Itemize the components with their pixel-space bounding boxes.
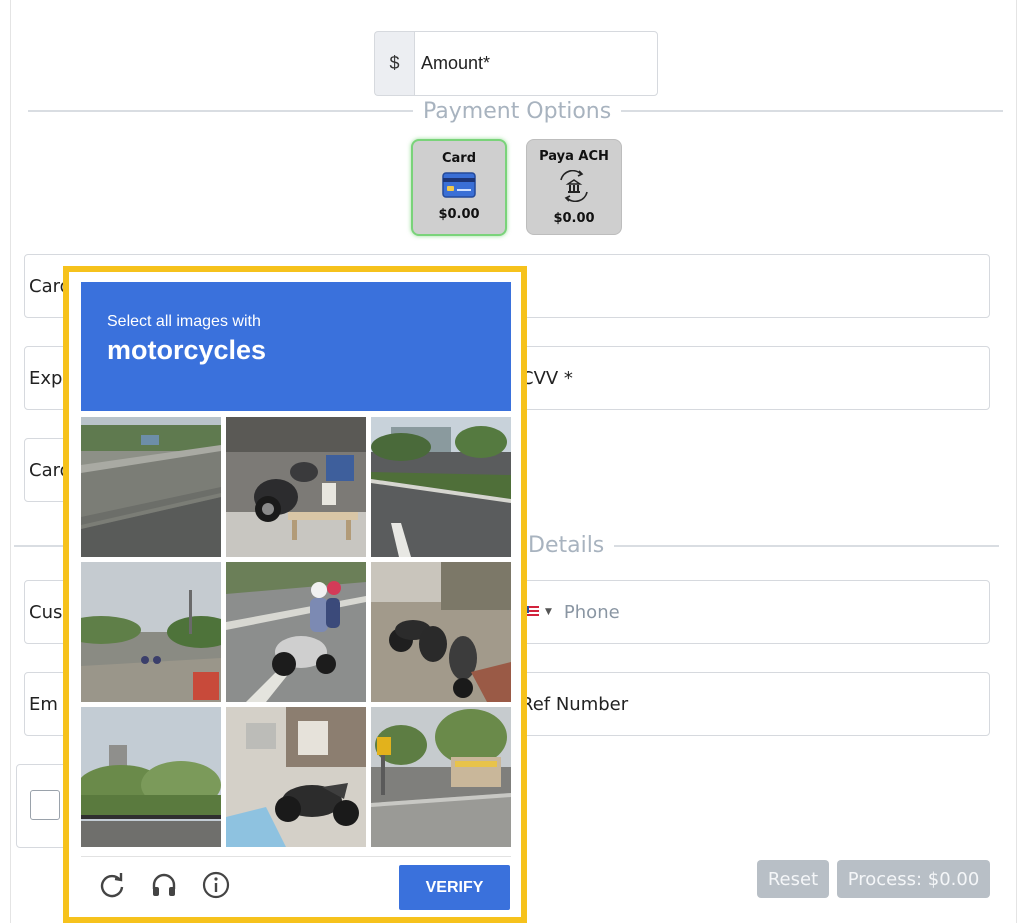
amount-input[interactable] [414,31,658,96]
captcha-instruction: Select all images with [107,313,261,330]
ref-number-label: Ref Number [521,693,629,715]
reset-button[interactable]: Reset [757,860,829,898]
ach-option-amount: $0.00 [553,211,595,226]
agree-checkbox[interactable] [30,790,60,820]
currency-prefix: $ [374,31,414,96]
verify-button[interactable]: VERIFY [399,865,510,910]
ach-payment-option[interactable]: Paya ACH $0.00 [526,139,622,235]
headphones-icon[interactable] [149,870,179,900]
captcha-tile-5[interactable] [226,562,366,702]
card-option-label: Card [441,151,477,166]
page-edge-right [1016,0,1017,923]
captcha-tile-9[interactable] [371,707,511,847]
phone-placeholder: Phone [563,601,620,623]
ach-option-label: Paya ACH [539,149,609,164]
info-icon[interactable] [201,870,231,900]
captcha-tile-4[interactable] [81,562,221,702]
expiry-label: Expi [29,367,68,389]
card-option-amount: $0.00 [438,207,480,222]
captcha-tile-6[interactable] [371,562,511,702]
reload-icon[interactable] [97,870,127,900]
page-edge-left [10,0,11,923]
captcha-tile-8[interactable] [226,707,366,847]
captcha-footer: VERIFY [81,856,511,912]
payment-options-legend: Payment Options [413,99,622,125]
customer-label: Cus [29,601,63,623]
captcha-target: motorcycles [107,335,267,365]
captcha-header: Select all images with motorcycles [81,282,511,411]
captcha-tile-7[interactable] [81,707,221,847]
captcha-grid [81,417,511,847]
card-payment-option[interactable]: Card $0.00 [411,139,507,236]
phone-field[interactable]: ▼ Phone [516,580,990,644]
cvv-label: CVV * [521,367,573,389]
captcha-tile-3[interactable] [371,417,511,557]
ref-number-field[interactable]: Ref Number [516,672,990,736]
cvv-field[interactable]: CVV * [516,346,990,410]
credit-card-icon [442,172,476,202]
amount-group: $ [374,31,658,96]
captcha-tile-2[interactable] [226,417,366,557]
captcha-tile-1[interactable] [81,417,221,557]
details-legend: Details [518,533,615,559]
captcha-dialog: Select all images with motorcycles VERIF… [63,266,527,923]
process-button[interactable]: Process: $0.00 [837,860,990,898]
chevron-down-icon[interactable]: ▼ [545,607,552,617]
email-label: Em [29,693,58,715]
bank-transfer-icon [557,169,591,206]
